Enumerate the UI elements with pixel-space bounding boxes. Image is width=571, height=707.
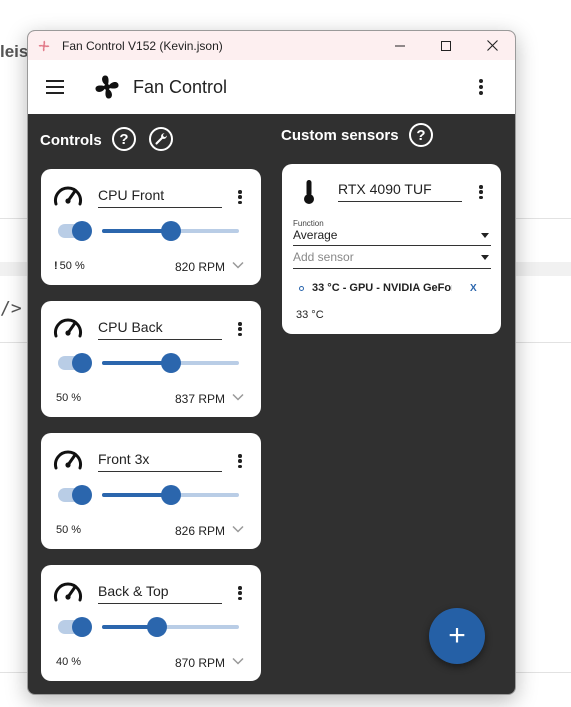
slider-thumb[interactable] [160,221,181,241]
slider-thumb[interactable] [160,353,181,373]
chevron-down-icon[interactable] [232,392,244,402]
title-bar[interactable]: Fan Control V152 (Kevin.json) [28,31,515,60]
fan-control-window: Fan Control V152 (Kevin.json) Fan Contro… [27,30,516,695]
function-select[interactable]: Average [293,228,491,246]
control-more-options-icon[interactable] [236,190,244,204]
toggle-knob [72,485,92,505]
speedometer-icon [54,318,82,338]
add-sensor-select[interactable]: Add sensor [293,250,491,269]
percent-value: 50 % [59,260,85,272]
custom-sensor-card: RTX 4090 TUF Function Average Add sensor… [282,164,501,334]
sensor-name-field[interactable]: RTX 4090 TUF [338,181,462,202]
close-icon [486,40,498,51]
maximize-icon [441,40,451,51]
control-more-options-icon[interactable] [236,454,244,468]
bullet-icon [299,285,304,291]
function-label: Function [293,219,324,228]
control-name-field[interactable]: CPU Front [98,187,222,208]
window-title: Fan Control V152 (Kevin.json) [62,38,223,53]
percent-value: 40 % [56,656,82,668]
toggle-knob [72,617,92,637]
control-card: CPU Front! 50 % 820 RPM [41,169,261,285]
chevron-down-icon[interactable] [232,656,244,666]
sensor-value: 33 °C [296,309,324,321]
minimize-icon [395,45,405,46]
speed-slider[interactable] [102,485,239,505]
control-card: Front 3x 50 % 826 RPM [41,433,261,549]
help-icon: ? [416,126,426,144]
minimize-button[interactable] [377,31,423,60]
control-more-options-icon[interactable] [236,586,244,600]
close-button[interactable] [469,31,515,60]
selected-sensor-text: 33 °C - GPU - NVIDIA GeForce [312,282,452,294]
remove-sensor-button[interactable]: X [470,283,477,294]
toggle-knob [72,353,92,373]
control-card: Back & Top 40 % 870 RPM [41,565,261,681]
fan-app-icon [37,39,51,53]
selected-sensor-chip: 33 °C - GPU - NVIDIA GeForce X [299,281,477,295]
speedometer-icon [54,582,82,602]
rpm-value: 870 RPM [174,656,225,670]
percent-value: 50 % [56,524,82,536]
more-options-icon[interactable] [477,79,485,95]
fan-logo-icon [95,75,119,99]
control-name-field[interactable]: CPU Back [98,319,222,340]
warning-mark: ! [54,260,58,272]
slider-thumb[interactable] [146,617,167,637]
sensor-more-options-icon[interactable] [477,185,485,199]
speed-percent: 40 % [54,656,81,668]
speedometer-icon [54,186,82,206]
enable-toggle[interactable] [58,485,92,505]
toggle-knob [72,221,92,241]
dropdown-arrow-icon [481,255,489,260]
speed-percent: 50 % [54,392,81,404]
speed-slider[interactable] [102,617,239,637]
enable-toggle[interactable] [58,221,92,241]
wrench-icon [155,133,167,145]
add-button[interactable]: + [429,608,485,664]
custom-sensors-title: Custom sensors [281,127,399,144]
controls-title: Controls [40,132,102,149]
add-sensor-placeholder: Add sensor [293,250,354,264]
control-name-field[interactable]: Front 3x [98,451,222,472]
dropdown-arrow-icon [481,233,489,238]
control-card: CPU Back 50 % 837 RPM [41,301,261,417]
function-value: Average [293,228,338,242]
rpm-value: 820 RPM [174,260,225,274]
speed-slider[interactable] [102,353,239,373]
custom-sensors-help-button[interactable]: ? [409,123,433,147]
speed-percent: ! 50 % [54,260,85,272]
control-name-field[interactable]: Back & Top [98,583,222,604]
rpm-value: 826 RPM [174,524,225,538]
controls-settings-button[interactable] [149,127,173,151]
app-name: Fan Control [133,76,228,97]
speed-percent: 50 % [54,524,81,536]
thermometer-icon [304,180,314,204]
control-more-options-icon[interactable] [236,322,244,336]
background-text: leis [0,42,29,61]
chevron-down-icon[interactable] [232,524,244,534]
chevron-down-icon[interactable] [232,260,244,270]
maximize-button[interactable] [423,31,469,60]
enable-toggle[interactable] [58,353,92,373]
slider-thumb[interactable] [160,485,181,505]
enable-toggle[interactable] [58,617,92,637]
percent-value: 50 % [56,392,82,404]
plus-icon: + [448,619,466,652]
speedometer-icon [54,450,82,470]
help-icon: ? [119,130,129,148]
rpm-value: 837 RPM [174,392,225,406]
background-code-icon: /> [0,298,22,319]
hamburger-menu-icon[interactable] [46,80,64,94]
controls-help-button[interactable]: ? [112,127,136,151]
app-bar: Fan Control [28,60,515,114]
speed-slider[interactable] [102,221,239,241]
